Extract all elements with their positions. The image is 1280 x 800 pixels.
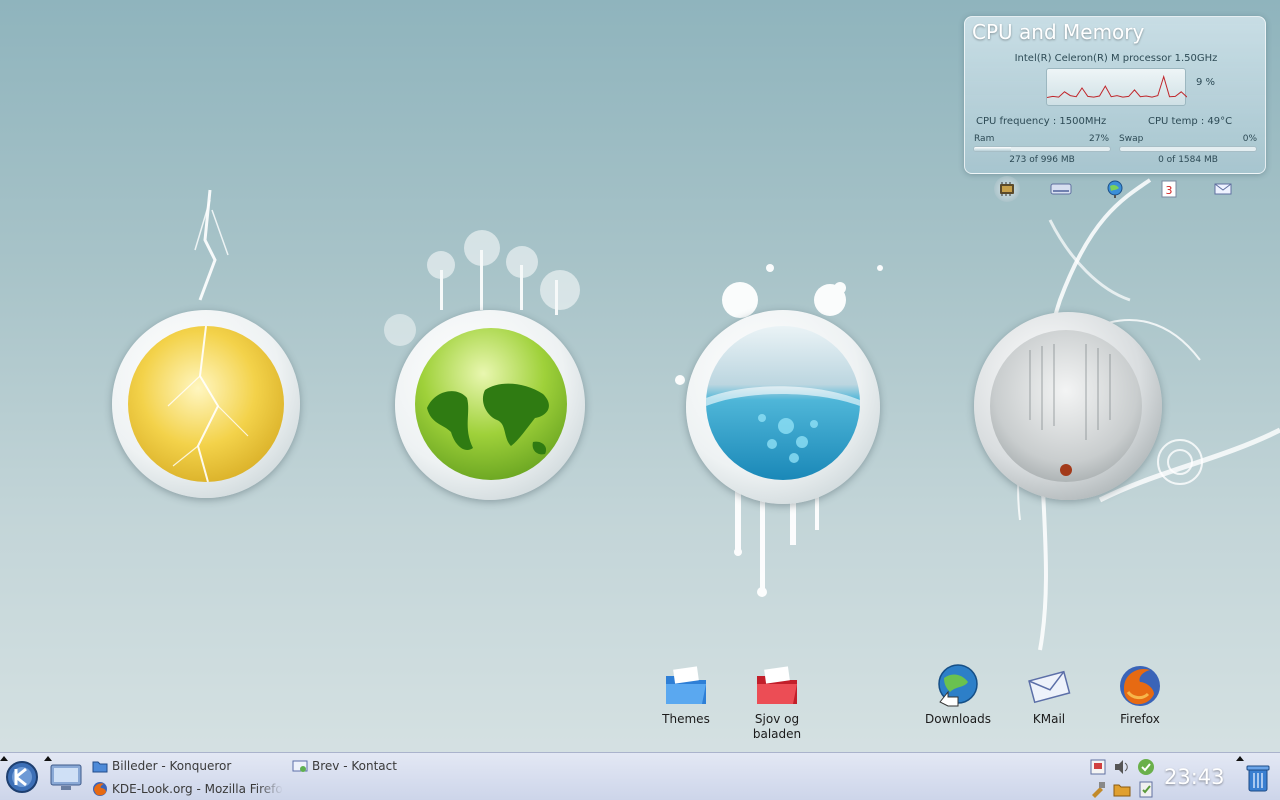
desktop-icon-label: Themes (662, 712, 710, 726)
processor-name: Intel(R) Celeron(R) M processor 1.50GHz (1014, 53, 1218, 64)
task-label: KDE-Look.org - Mozilla Firefo (112, 782, 283, 796)
desktop-icon-label: Sjov og baladen (752, 712, 802, 741)
update-check-icon[interactable] (1137, 758, 1155, 776)
water-orb (686, 310, 880, 504)
folder-icon (92, 758, 108, 774)
world-map-graphic (427, 383, 549, 455)
kontact-icon (292, 758, 308, 774)
cpu-percent: 9 % (1196, 77, 1216, 88)
mail-envelope-icon[interactable] (1210, 176, 1236, 202)
taskbar-task-firefox[interactable]: KDE-Look.org - Mozilla Firefo (92, 779, 284, 799)
desktop-icon-sjov-og-baladen[interactable]: Sjov og baladen (737, 662, 817, 742)
silver-orb-inner (990, 330, 1142, 482)
firefox-icon (92, 781, 108, 797)
desktop-icon-label: KMail (1032, 712, 1066, 726)
text-paper-graphic (1029, 344, 1111, 476)
drive-icon[interactable] (1048, 176, 1074, 202)
earth-orb (395, 310, 585, 500)
taskbar: Billeder - Konqueror Brev - Kontact KDE-… (0, 752, 1280, 800)
calendar-day: 3 (1166, 184, 1173, 197)
desktop: CPU and Memory Intel(R) Celeron(R) M pro… (0, 0, 1280, 752)
kde-gear-icon (6, 761, 38, 793)
widget-title: CPU and Memory (972, 20, 1145, 44)
silver-orb (974, 312, 1162, 500)
water-orb-inner (706, 326, 860, 480)
cpu-frequency: CPU frequency : 1500MHz (976, 116, 1107, 127)
cpu-graph-polyline (1047, 74, 1187, 98)
tray-clipboard-check-icon[interactable] (1137, 780, 1155, 798)
volume-speaker-icon[interactable] (1113, 758, 1131, 776)
cpu-graph-line (1047, 74, 1187, 98)
cpu-temperature: CPU temp : 49°C (1148, 116, 1233, 127)
lightning-bolt-graphic (167, 326, 249, 482)
widget-tabs: 3 (990, 174, 1240, 204)
taskbar-task-kontact[interactable]: Brev - Kontact (292, 756, 482, 776)
cpu-memory-widget: CPU and Memory Intel(R) Celeron(R) M pro… (964, 16, 1266, 174)
tray-folder-icon[interactable] (1113, 780, 1131, 798)
ram-percent: 27% (1089, 134, 1110, 144)
show-desktop-button[interactable] (48, 761, 84, 793)
firefox-icon (1116, 662, 1164, 710)
clock[interactable]: 23:43 (1164, 765, 1225, 789)
trash-icon[interactable] (1244, 763, 1272, 793)
tray-tools-icon[interactable] (1089, 780, 1107, 798)
swap-label: Swap (1119, 134, 1144, 144)
desktop-icon-label: Firefox (1120, 712, 1160, 726)
monitor-icon (50, 764, 82, 790)
blue-folder-icon (662, 662, 710, 710)
taskbar-task-konqueror[interactable]: Billeder - Konqueror (92, 756, 282, 776)
red-folder-icon (753, 662, 801, 710)
desktop-icon-firefox[interactable]: Firefox (1100, 662, 1180, 727)
lightning-orb-inner (128, 326, 284, 482)
cpu-chip-icon[interactable] (994, 176, 1020, 202)
calendar-icon[interactable]: 3 (1156, 176, 1182, 202)
water-bubbles-graphic (706, 386, 860, 463)
desktop-icon-kmail[interactable]: KMail (1009, 662, 1089, 727)
desktop-icon-downloads[interactable]: Downloads (918, 662, 998, 727)
network-globe-icon[interactable] (1102, 176, 1128, 202)
ram-meter (973, 146, 1111, 152)
klipper-icon[interactable] (1089, 758, 1107, 776)
envelope-icon (1025, 662, 1073, 710)
panel-arrow-icon[interactable] (1236, 756, 1244, 761)
earth-orb-inner (415, 328, 567, 480)
desktop-icon-label: Downloads (925, 712, 991, 726)
globe-download-icon (934, 662, 982, 710)
task-label: Brev - Kontact (312, 759, 397, 773)
ram-usage-text: 273 of 996 MB (1009, 155, 1075, 165)
swap-percent: 0% (1242, 134, 1257, 144)
desktop-icon-themes[interactable]: Themes (646, 662, 726, 727)
kde-menu-button[interactable] (4, 759, 40, 795)
task-label: Billeder - Konqueror (112, 759, 232, 773)
lightning-orb (112, 310, 300, 498)
cpu-usage-graph (1046, 68, 1187, 106)
swap-usage-text: 0 of 1584 MB (1158, 155, 1218, 165)
ram-meter-fill (974, 147, 1011, 151)
swap-meter (1119, 146, 1257, 152)
ram-label: Ram (974, 134, 995, 144)
